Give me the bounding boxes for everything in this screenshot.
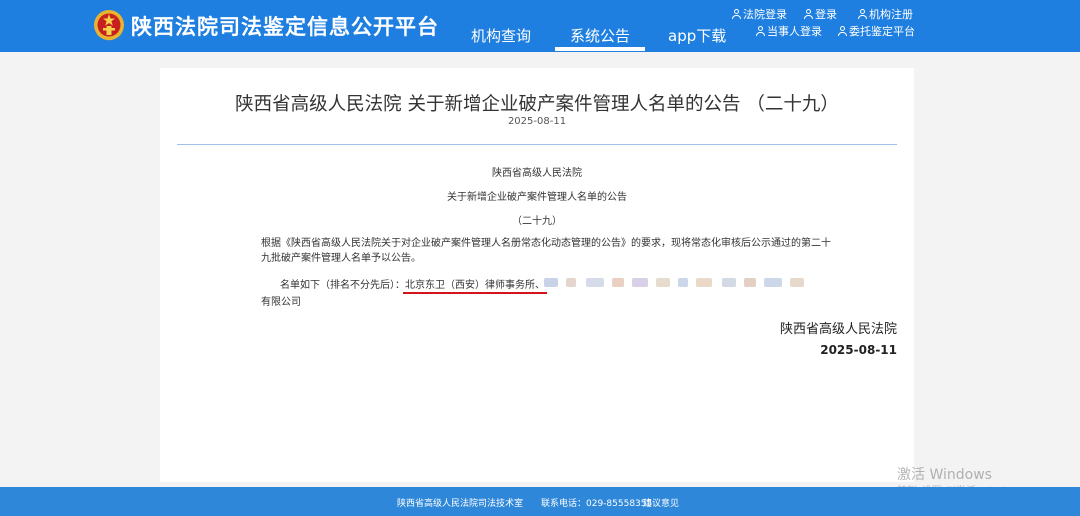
article-panel: 陕西省高级人民法院 关于新增企业破产案件管理人名单的公告 （二十九） 2025-… bbox=[160, 68, 914, 482]
article-title: 陕西省高级人民法院 关于新增企业破产案件管理人名单的公告 （二十九） bbox=[235, 94, 839, 115]
site-footer: 陕西省高级人民法院司法技术室 联系电话：029-85558355 建议意见 bbox=[0, 487, 1080, 516]
court-emblem-icon bbox=[94, 10, 124, 41]
signature-court: 陕西省高级人民法院 bbox=[779, 322, 897, 337]
article-date: 2025-08-11 bbox=[507, 116, 567, 127]
commission-platform-label: 委托鉴定平台 bbox=[849, 25, 915, 38]
institution-register-label: 机构注册 bbox=[869, 8, 913, 21]
login-label: 登录 bbox=[815, 8, 837, 21]
footer-feedback-link[interactable]: 建议意见 bbox=[643, 496, 679, 509]
names-tail: 有限公司 bbox=[261, 297, 301, 308]
user-icon bbox=[756, 26, 765, 36]
nav-app-download[interactable]: app下载 bbox=[668, 25, 726, 46]
user-icon bbox=[804, 9, 813, 19]
redacted-names bbox=[544, 278, 814, 288]
nav-institution-query[interactable]: 机构查询 bbox=[471, 25, 531, 46]
footer-tech-support: 陕西省高级人民法院司法技术室 bbox=[397, 499, 524, 509]
login-link[interactable]: 登录 bbox=[804, 6, 837, 22]
user-icon bbox=[838, 26, 847, 36]
court-login-label: 法院登录 bbox=[743, 8, 787, 21]
body-paragraph: 根据《陕西省高级人民法院关于对企业破产案件管理人名册常态化动态管理的公告》的要求… bbox=[261, 238, 831, 264]
issuer-line: 陕西省高级人民法院 bbox=[492, 168, 582, 179]
title-divider bbox=[177, 144, 897, 145]
nav-system-announcement[interactable]: 系统公告 bbox=[554, 25, 646, 51]
institution-register-link[interactable]: 机构注册 bbox=[858, 6, 913, 22]
footer-phone: 联系电话：029-85558355 bbox=[541, 499, 653, 509]
number-line: （二十九） bbox=[512, 216, 562, 227]
site-title[interactable]: 陕西法院司法鉴定信息公开平台 bbox=[131, 11, 439, 41]
subtitle-line: 关于新增企业破产案件管理人名单的公告 bbox=[447, 192, 627, 203]
windows-activation-watermark: 激活 Windows bbox=[897, 467, 992, 483]
commission-platform-link[interactable]: 委托鉴定平台 bbox=[838, 23, 915, 39]
party-login-label: 当事人登录 bbox=[767, 25, 822, 38]
names-label: 名单如下（排名不分先后）： bbox=[280, 280, 405, 291]
user-icon bbox=[858, 9, 867, 19]
signature-date: 2025-08-11 bbox=[820, 343, 897, 357]
party-login-link[interactable]: 当事人登录 bbox=[756, 23, 822, 39]
site-header: 陕西法院司法鉴定信息公开平台 机构查询 系统公告 app下载 法院登录 登录 机… bbox=[0, 0, 1080, 52]
court-login-link[interactable]: 法院登录 bbox=[732, 6, 787, 22]
first-firm-name: 北京东卫（西安）律师事务所、 bbox=[405, 280, 545, 291]
user-icon bbox=[732, 9, 741, 19]
